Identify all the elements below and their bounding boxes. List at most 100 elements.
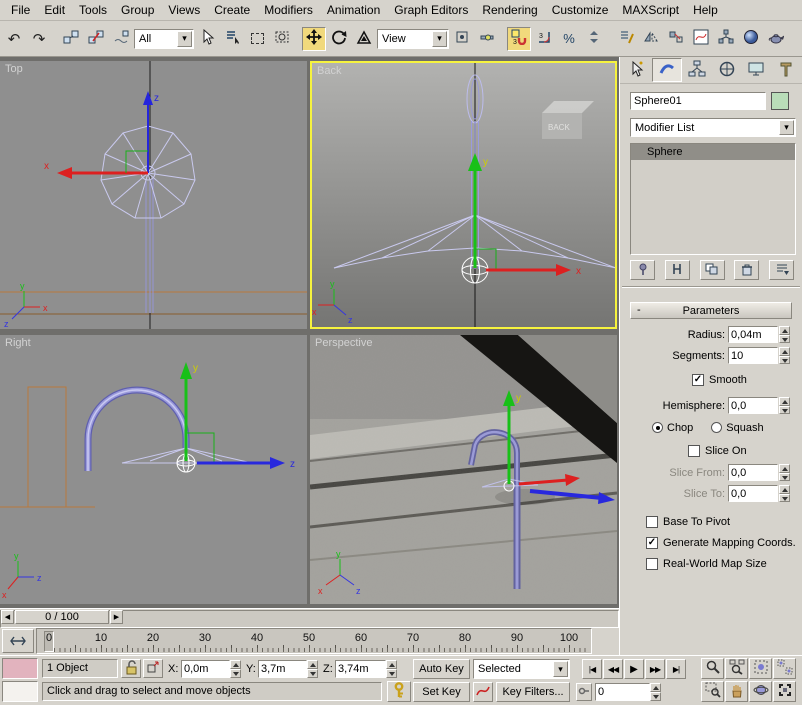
chop-radio[interactable] — [652, 422, 663, 433]
tab-create[interactable] — [622, 58, 651, 82]
auto-key-button[interactable]: Auto Key — [413, 659, 470, 679]
smooth-checkbox[interactable] — [692, 374, 704, 386]
tab-motion[interactable] — [713, 58, 742, 82]
radius-spinner[interactable] — [779, 326, 790, 343]
object-name-field[interactable] — [630, 92, 766, 110]
menu-item-help[interactable]: Help — [686, 0, 725, 20]
next-frame-button[interactable]: ▶▶ — [645, 659, 665, 679]
angle-snap-toggle-button[interactable]: 3 — [532, 27, 556, 51]
go-to-start-button[interactable]: |◀ — [582, 659, 602, 679]
zoom-extents-button[interactable] — [749, 658, 772, 679]
set-keys-button[interactable] — [387, 681, 411, 702]
slice-on-checkbox[interactable] — [688, 445, 700, 457]
tab-modify[interactable] — [652, 58, 683, 82]
segments-field[interactable] — [728, 347, 778, 364]
select-and-manipulate-button[interactable] — [475, 27, 499, 51]
radius-field[interactable] — [728, 326, 778, 343]
menu-item-maxscript[interactable]: MAXScript — [615, 0, 686, 20]
menu-item-file[interactable]: File — [4, 0, 37, 20]
bind-to-space-warp-button[interactable] — [109, 27, 133, 51]
undo-button[interactable]: ↶ — [2, 27, 26, 51]
real-world-map-size-checkbox[interactable] — [646, 558, 658, 570]
arc-rotate-button[interactable] — [749, 681, 772, 702]
previous-frame-arrow[interactable]: ◀ — [1, 610, 14, 624]
chevron-down-icon[interactable]: ▾ — [432, 31, 447, 47]
align-button[interactable] — [664, 27, 688, 51]
set-key-button[interactable]: Set Key — [413, 682, 470, 702]
configure-modifier-sets-button[interactable] — [769, 260, 794, 280]
chevron-down-icon[interactable]: ▾ — [779, 120, 794, 135]
hemisphere-field[interactable] — [728, 397, 778, 414]
modifier-list-dropdown[interactable]: Modifier List ▾ — [630, 118, 796, 137]
y-coordinate-field[interactable] — [258, 660, 307, 678]
time-slider-handle[interactable]: 0 / 100 — [15, 610, 109, 624]
viewport-right[interactable]: Right — [0, 335, 307, 604]
key-mode-toggle[interactable] — [576, 683, 592, 701]
modifier-stack-list[interactable]: Sphere — [630, 143, 796, 255]
base-to-pivot-checkbox[interactable] — [646, 516, 658, 528]
chevron-down-icon[interactable]: ▾ — [177, 31, 192, 47]
current-frame-field[interactable] — [595, 683, 650, 701]
edit-named-selection-sets-button[interactable] — [614, 27, 638, 51]
reference-coordinate-system-dropdown[interactable]: View ▾ — [377, 29, 449, 49]
segments-spinner[interactable] — [779, 347, 790, 364]
selection-set-dropdown[interactable]: Selected ▾ — [473, 659, 570, 679]
slice-to-spinner[interactable] — [779, 485, 790, 502]
menu-item-group[interactable]: Group — [114, 0, 161, 20]
snaps-toggle-button[interactable]: 3 — [507, 27, 531, 51]
slice-from-spinner[interactable] — [779, 464, 790, 481]
menu-item-tools[interactable]: Tools — [72, 0, 114, 20]
menu-item-edit[interactable]: Edit — [37, 0, 72, 20]
absolute-offset-toggle[interactable] — [143, 659, 163, 678]
percent-snap-toggle-button[interactable]: % — [557, 27, 581, 51]
zoom-extents-all-button[interactable] — [773, 658, 796, 679]
material-editor-button[interactable] — [739, 27, 763, 51]
rectangular-selection-region-button[interactable] — [245, 27, 269, 51]
select-and-scale-button[interactable] — [352, 27, 376, 51]
track-bar-ruler[interactable]: 0102030405060708090100 — [36, 628, 592, 654]
menu-item-create[interactable]: Create — [207, 0, 257, 20]
make-unique-button[interactable] — [700, 260, 725, 280]
generate-mapping-coords-checkbox[interactable] — [646, 537, 658, 549]
selection-lock-toggle[interactable] — [121, 659, 141, 678]
menu-item-graph-editors[interactable]: Graph Editors — [387, 0, 475, 20]
x-coordinate-spinner[interactable] — [230, 660, 241, 678]
slice-to-field[interactable] — [728, 485, 778, 502]
default-tangents-button[interactable] — [473, 682, 493, 702]
chevron-down-icon[interactable]: ▾ — [553, 661, 568, 677]
z-coordinate-spinner[interactable] — [386, 660, 397, 678]
umbrella-right-wireframe[interactable] — [88, 390, 252, 472]
z-coordinate-field[interactable] — [335, 660, 386, 678]
menu-item-customize[interactable]: Customize — [545, 0, 616, 20]
hemisphere-spinner[interactable] — [779, 397, 790, 414]
menu-item-animation[interactable]: Animation — [320, 0, 387, 20]
menu-item-views[interactable]: Views — [161, 0, 207, 20]
schematic-view-button[interactable] — [714, 27, 738, 51]
tab-utilities[interactable] — [772, 58, 801, 82]
selection-filter-dropdown[interactable]: All ▾ — [134, 29, 194, 49]
zoom-region-button[interactable] — [701, 681, 724, 702]
go-to-end-button[interactable]: ▶| — [666, 659, 686, 679]
menu-item-modifiers[interactable]: Modifiers — [257, 0, 320, 20]
menu-item-rendering[interactable]: Rendering — [475, 0, 544, 20]
spinner-snap-toggle-button[interactable] — [582, 27, 606, 51]
select-object-button[interactable] — [195, 27, 219, 51]
move-gizmo[interactable]: y z — [180, 362, 295, 470]
viewport-top[interactable]: Top — [0, 61, 307, 329]
redo-button[interactable]: ↷ — [27, 27, 51, 51]
slice-from-field[interactable] — [728, 464, 778, 481]
viewport-back-active[interactable]: Back BACK — [310, 61, 617, 329]
use-pivot-point-center-button[interactable] — [450, 27, 474, 51]
unlink-selection-button[interactable] — [84, 27, 108, 51]
maxscript-mini-listener-white[interactable] — [2, 681, 38, 702]
maxscript-mini-listener-pink[interactable] — [2, 658, 38, 679]
zoom-button[interactable] — [701, 658, 724, 679]
pan-view-button[interactable] — [725, 681, 748, 702]
select-and-link-button[interactable] — [59, 27, 83, 51]
select-and-rotate-button[interactable] — [327, 27, 351, 51]
render-setup-button[interactable] — [764, 27, 788, 51]
viewport-perspective[interactable]: Perspective — [310, 335, 617, 604]
current-frame-spinner[interactable] — [650, 683, 661, 701]
select-and-move-button[interactable] — [302, 27, 326, 51]
curve-editor-button[interactable] — [689, 27, 713, 51]
